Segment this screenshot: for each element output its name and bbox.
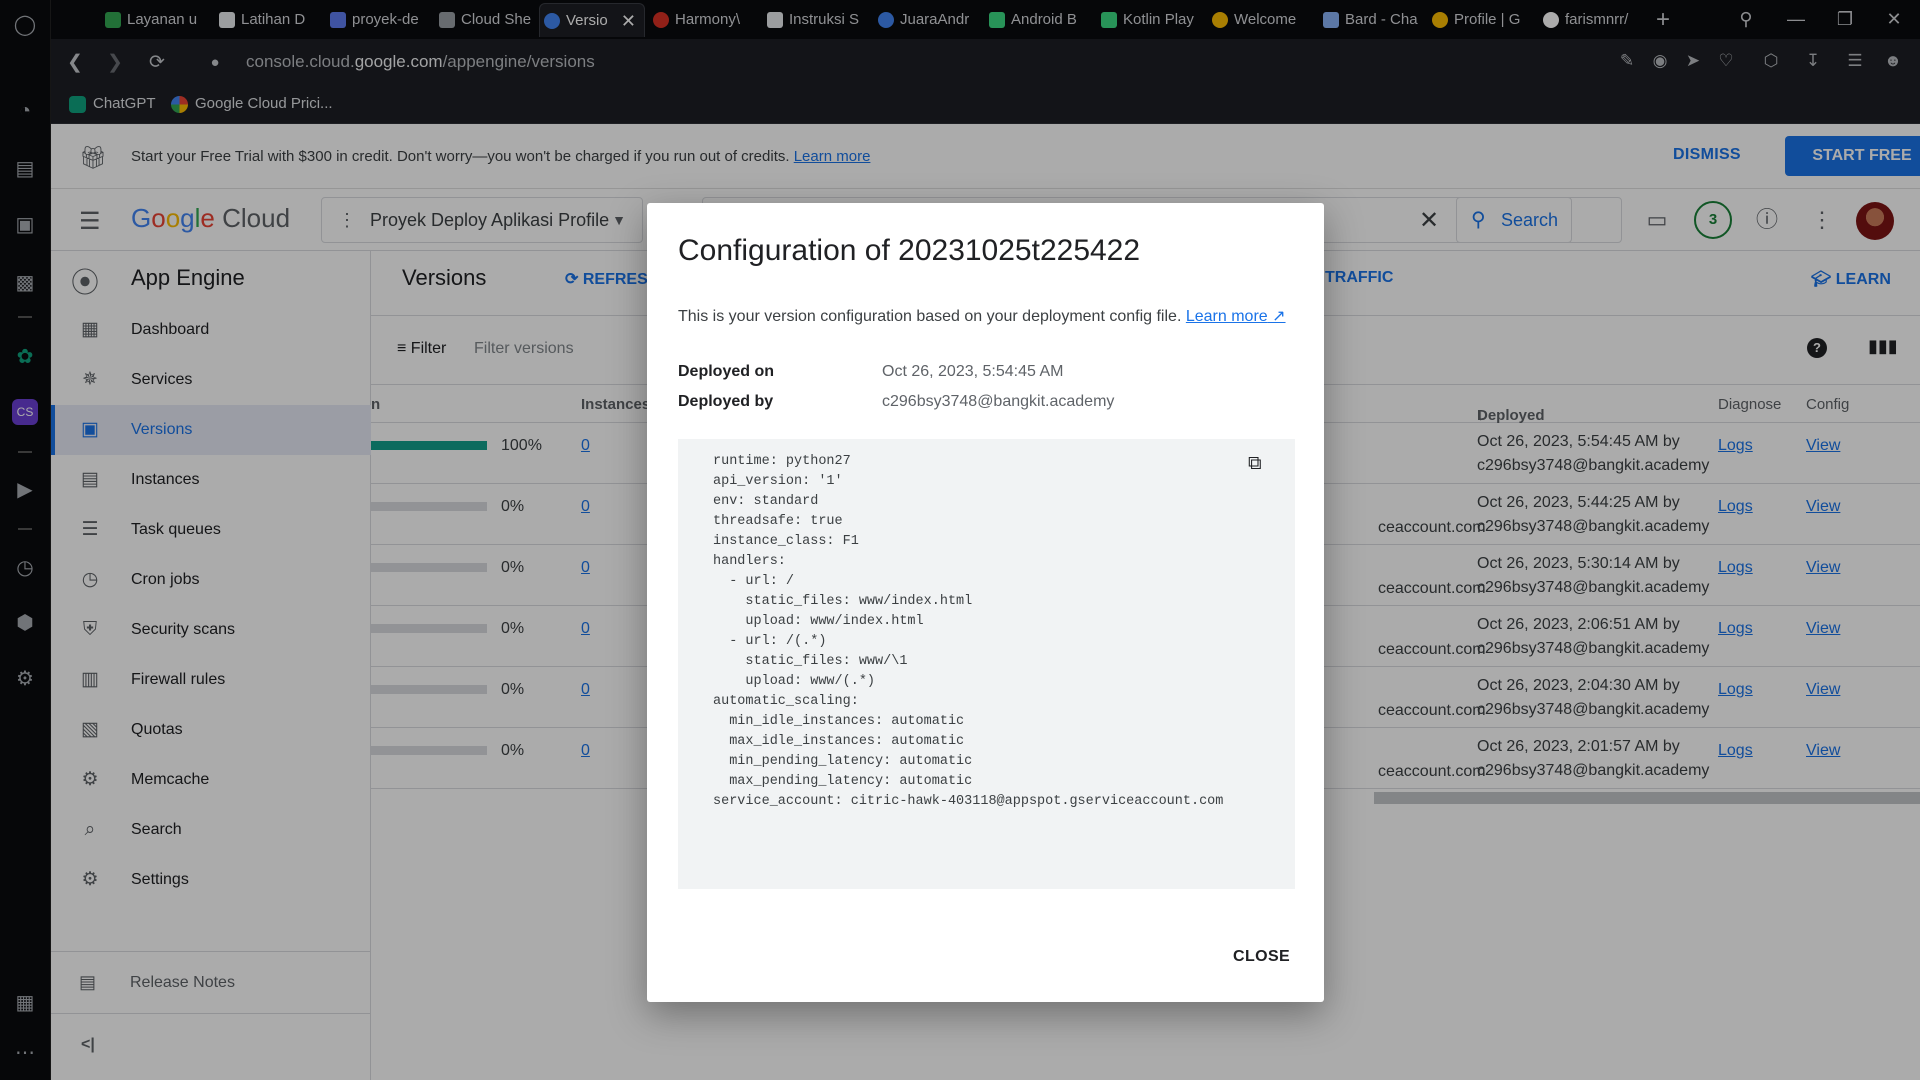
deployed-by-label: Deployed by [678, 393, 774, 410]
deployed-by-value: c296bsy3748@bangkit.academy [882, 393, 1115, 410]
dialog-learn-more-label: Learn more [1185, 308, 1268, 325]
configuration-dialog: Configuration of 20231025t225422 This is… [647, 203, 1324, 1002]
dialog-learn-more-link[interactable]: Learn more ↗ [1186, 308, 1286, 325]
deployed-on-value: Oct 26, 2023, 5:54:45 AM [882, 363, 1064, 380]
copy-icon[interactable]: ⧉ [1248, 453, 1262, 475]
deployed-on-label: Deployed on [678, 363, 775, 380]
close-button[interactable]: CLOSE [1233, 948, 1290, 966]
dialog-description: This is your version configuration based… [678, 306, 1286, 326]
config-yaml[interactable]: runtime: python27 api_version: '1' env: … [713, 452, 1223, 812]
dialog-title: Configuration of 20231025t225422 [678, 234, 1141, 267]
dialog-description-text: This is your version configuration based… [678, 308, 1182, 325]
external-link-icon: ↗ [1267, 308, 1286, 325]
config-code-block: runtime: python27 api_version: '1' env: … [678, 439, 1295, 889]
